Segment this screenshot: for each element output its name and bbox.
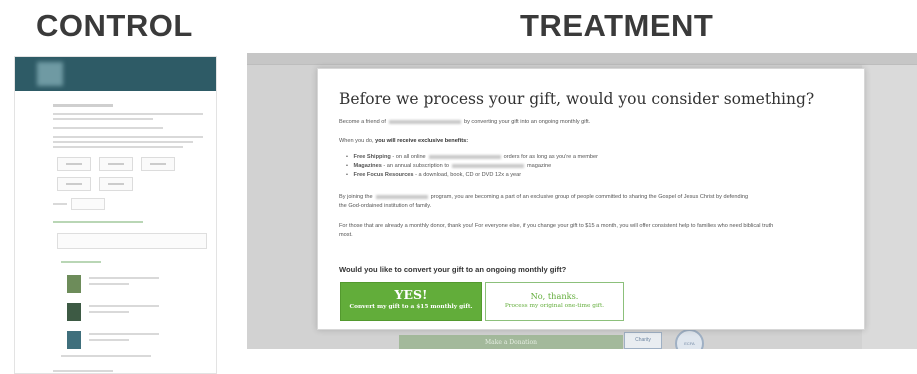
ecfa-badge: ECFA xyxy=(675,329,704,349)
control-page xyxy=(39,91,216,373)
control-product-image xyxy=(67,275,81,293)
treatment-side-panel xyxy=(862,65,917,349)
conversion-question: Would you like to convert your gift to a… xyxy=(339,265,567,274)
control-amount-button xyxy=(57,157,91,171)
control-amount-button xyxy=(99,157,133,171)
no-thanks-button[interactable]: No, thanks. Process my original one-time… xyxy=(485,282,624,321)
control-amount-button xyxy=(141,157,175,171)
program-text-line2: the God-ordained institution of family. xyxy=(339,203,432,209)
program-text: By joining the program, you are becoming … xyxy=(339,194,749,200)
donor-text-line2: most. xyxy=(339,232,353,238)
control-amount-button xyxy=(99,177,133,191)
no-button-subtitle: Process my original one-time gift. xyxy=(504,303,605,309)
control-header-bar xyxy=(15,57,216,91)
control-amount-input xyxy=(71,198,105,210)
donate-button-background: Make a Donation xyxy=(399,335,623,349)
benefit-item: Free Focus Resources - a download, book,… xyxy=(346,171,522,179)
upsell-modal: Before we process your gift, would you c… xyxy=(317,68,865,330)
control-logo xyxy=(37,62,63,86)
benefits-intro: When you do, you will receive exclusive … xyxy=(339,138,469,144)
no-button-title: No, thanks. xyxy=(530,291,579,301)
control-recurring-box xyxy=(57,233,207,249)
control-product-image xyxy=(67,331,81,349)
treatment-top-bar xyxy=(247,53,917,65)
benefit-item: Free Shipping - on all onlineorders for … xyxy=(346,153,598,161)
control-heading: CONTROL xyxy=(36,8,193,43)
yes-button-title: YES! xyxy=(394,287,428,302)
treatment-heading: TREATMENT xyxy=(520,8,714,43)
donor-text: For those that are already a monthly don… xyxy=(339,223,774,229)
modal-title: Before we process your gift, would you c… xyxy=(339,90,815,108)
control-screenshot xyxy=(14,56,217,374)
yes-convert-button[interactable]: YES! Convert my gift to a $15 monthly gi… xyxy=(340,282,482,321)
control-product-image xyxy=(67,303,81,321)
control-amount-button xyxy=(57,177,91,191)
yes-button-subtitle: Convert my gift to a $15 monthly gift. xyxy=(349,304,473,310)
charity-navigator-badge: Charity Navigator xyxy=(624,332,662,349)
benefit-item: Magazines - an annual subscription tomag… xyxy=(346,162,552,170)
treatment-screenshot: Make a Donation Charity Navigator ECFA B… xyxy=(247,53,917,349)
intro-text: Become a friend of by converting your gif… xyxy=(339,119,591,125)
